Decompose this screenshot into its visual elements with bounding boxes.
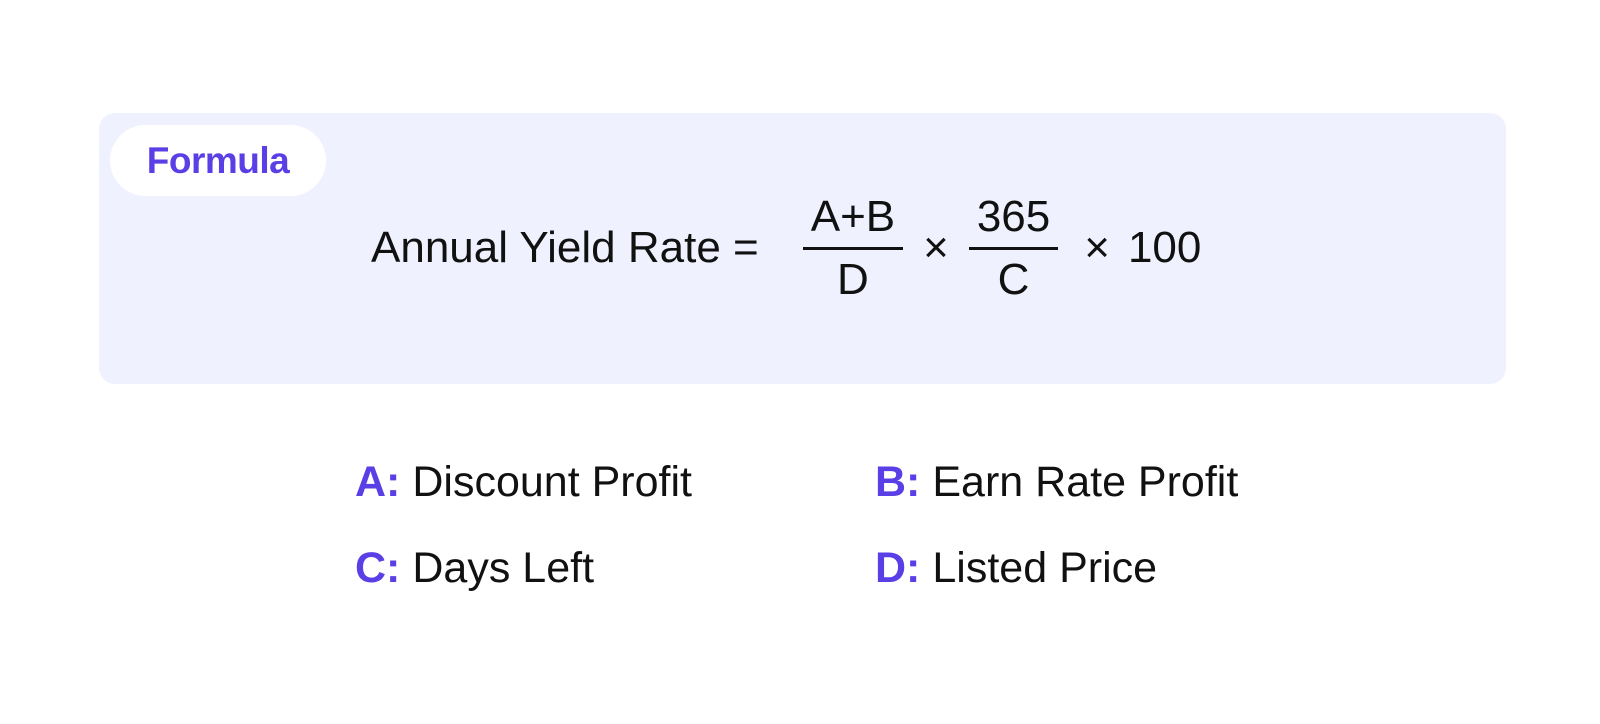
equation-lhs: Annual Yield Rate = bbox=[371, 223, 759, 272]
legend-text: Days Left bbox=[412, 544, 595, 592]
legend-key: A: bbox=[355, 458, 401, 506]
fraction-denominator: D bbox=[837, 254, 869, 304]
fraction-days-ratio: 365 C bbox=[968, 191, 1059, 306]
fraction-sum-over-price: A+B D bbox=[802, 191, 904, 306]
legend-item-b: B: Earn Rate Profit bbox=[875, 458, 1238, 507]
formula-tag: Formula bbox=[110, 125, 326, 196]
multiply-sign: × bbox=[923, 223, 949, 272]
fraction-numerator: A+B bbox=[810, 191, 896, 241]
legend-key: C: bbox=[355, 544, 401, 592]
fraction-bar bbox=[802, 246, 904, 250]
legend-key: B: bbox=[875, 458, 921, 506]
legend-key: D: bbox=[875, 544, 921, 592]
fraction-denominator: C bbox=[997, 254, 1030, 304]
multiply-sign: × bbox=[1084, 223, 1110, 272]
legend-item-a: A: Discount Profit bbox=[355, 458, 692, 507]
legend-text: Discount Profit bbox=[412, 458, 692, 506]
equation-multiplier: 100 bbox=[1127, 223, 1202, 272]
legend-text: Earn Rate Profit bbox=[932, 458, 1239, 506]
legend-item-d: D: Listed Price bbox=[875, 544, 1157, 593]
fraction-bar bbox=[968, 246, 1059, 250]
fraction-numerator: 365 bbox=[976, 191, 1051, 241]
formula-card: Formula Annual Yield Rate = A+B D × 365 … bbox=[99, 113, 1506, 384]
formula-tag-label: Formula bbox=[146, 139, 290, 181]
legend-item-c: C: Days Left bbox=[355, 544, 594, 593]
equation: Annual Yield Rate = A+B D × 365 C × 100 bbox=[371, 183, 1201, 313]
legend-text: Listed Price bbox=[932, 544, 1158, 592]
